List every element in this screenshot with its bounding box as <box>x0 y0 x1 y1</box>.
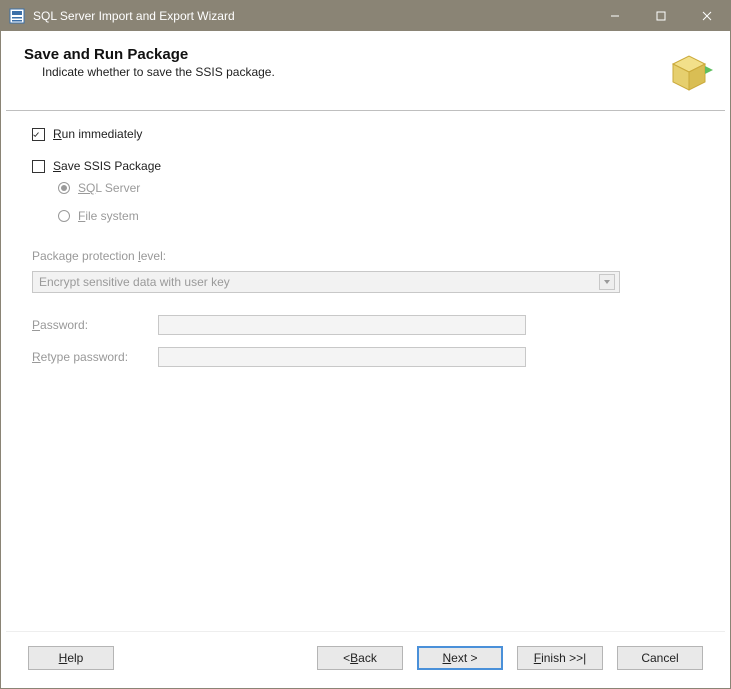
app-icon <box>9 8 25 24</box>
sql-server-row: SQL Server <box>58 181 699 195</box>
page-title: Save and Run Package <box>24 46 275 63</box>
window-title: SQL Server Import and Export Wizard <box>33 9 235 23</box>
protection-level-select: Encrypt sensitive data with user key <box>32 271 620 293</box>
password-row: Password: <box>32 315 699 335</box>
titlebar: SQL Server Import and Export Wizard <box>1 1 730 31</box>
protection-level-label: Package protection level: <box>32 249 699 263</box>
next-button[interactable]: Next > <box>417 646 503 670</box>
run-immediately-checkbox[interactable] <box>32 128 45 141</box>
protection-block: Package protection level: Encrypt sensit… <box>32 249 699 367</box>
run-immediately-label: Run immediately <box>53 127 142 141</box>
content-area: Run immediately Save SSIS Package SQL Se… <box>6 111 725 631</box>
sql-server-label: SQL Server <box>78 181 140 195</box>
retype-password-row: Retype password: <box>32 347 699 367</box>
file-system-radio <box>58 210 70 222</box>
save-ssis-label: Save SSIS Package <box>53 159 161 173</box>
cancel-button[interactable]: Cancel <box>617 646 703 670</box>
close-button[interactable] <box>684 1 730 31</box>
password-label: Password: <box>32 318 158 332</box>
finish-button[interactable]: Finish >>| <box>517 646 603 670</box>
maximize-button[interactable] <box>638 1 684 31</box>
minimize-button[interactable] <box>592 1 638 31</box>
save-ssis-checkbox[interactable] <box>32 160 45 173</box>
retype-password-label: Retype password: <box>32 350 158 364</box>
file-system-row: File system <box>58 209 699 223</box>
run-immediately-row: Run immediately <box>32 127 699 141</box>
chevron-down-icon <box>599 274 615 290</box>
wizard-window: SQL Server Import and Export Wizard Save… <box>0 0 731 689</box>
back-button[interactable]: < Back <box>317 646 403 670</box>
sql-server-radio <box>58 182 70 194</box>
file-system-label: File system <box>78 209 139 223</box>
package-icon <box>663 46 713 96</box>
window-controls <box>592 1 730 31</box>
protection-level-value: Encrypt sensitive data with user key <box>39 275 599 289</box>
wizard-header: Save and Run Package Indicate whether to… <box>6 36 725 110</box>
button-bar: Help < Back Next > Finish >>| Cancel <box>6 631 725 683</box>
save-target-options: SQL Server File system <box>58 181 699 223</box>
client-area: Save and Run Package Indicate whether to… <box>1 31 730 688</box>
save-ssis-row: Save SSIS Package <box>32 159 699 173</box>
help-button[interactable]: Help <box>28 646 114 670</box>
page-subtitle: Indicate whether to save the SSIS packag… <box>42 65 275 79</box>
retype-password-input <box>158 347 526 367</box>
password-input <box>158 315 526 335</box>
